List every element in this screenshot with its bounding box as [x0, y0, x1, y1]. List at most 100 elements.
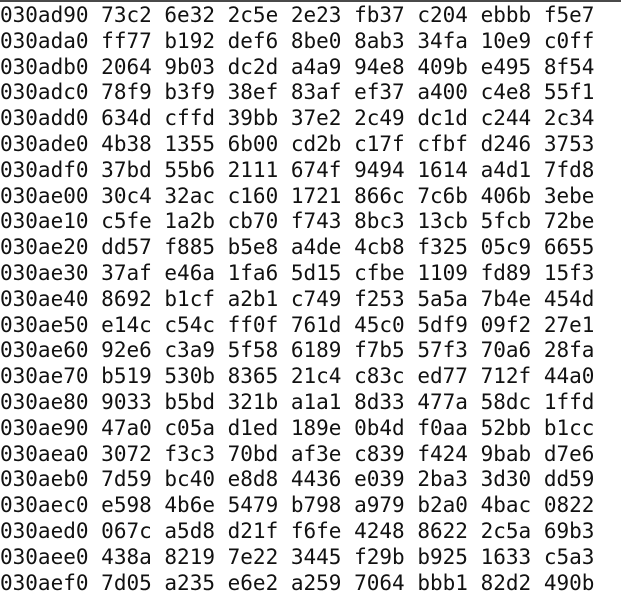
hexdump-word: 55b6: [164, 157, 215, 182]
hexdump-word: bbb1: [417, 570, 468, 595]
hexdump-row: 030aef0 7d05 a235 e6e2 a259 7064 bbb1 82…: [0, 571, 621, 597]
hexdump-word: c83c: [354, 364, 405, 389]
hexdump-row: 030ae30 37af e46a 1fa6 5d15 cfbe 1109 fd…: [0, 261, 621, 287]
hexdump-word: ebbb: [480, 3, 532, 27]
hexdump-word: b1cf: [164, 286, 215, 311]
hexdump-word: c0ff: [543, 28, 595, 53]
hexdump-word: d7e6: [543, 441, 595, 466]
hexdump-word: e6e2: [227, 570, 279, 595]
hexdump-row: 030adb0 2064 9b03 dc2d a4a9 94e8 409b e4…: [0, 55, 621, 81]
hexdump-row: 030ae70 b519 530b 8365 21c4 c83c ed77 71…: [0, 364, 621, 390]
hexdump-word: f253: [354, 286, 405, 311]
hexdump-word: 37bd: [101, 157, 152, 182]
hexdump-offset: 030adc0: [0, 80, 89, 105]
hexdump-offset: 030ae10: [0, 209, 89, 234]
hexdump-word: c749: [290, 286, 342, 311]
hexdump-row: 030aea0 3072 f3c3 70bd af3e c839 f424 9b…: [0, 442, 621, 468]
hexdump-word: 15f3: [543, 260, 595, 285]
hexdump-word: b2a0: [417, 493, 468, 518]
hexdump-word: bc40: [164, 467, 215, 492]
hexdump-word: dd59: [543, 467, 595, 492]
hexdump-word: b798: [290, 493, 342, 518]
hexdump-word: c4e8: [480, 80, 532, 105]
hexdump-word: 7c6b: [417, 183, 468, 208]
hexdump-word: a979: [354, 493, 405, 518]
hexdump-word: 409b: [417, 54, 468, 79]
hexdump-word: 92e6: [101, 338, 152, 363]
hexdump-word: 7fd8: [543, 157, 595, 182]
hexdump-offset: 030aec0: [0, 493, 89, 518]
hexdump-word: 438a: [101, 544, 152, 569]
hexdump-word: 4b38: [101, 131, 152, 156]
hexdump-word: a4de: [290, 235, 342, 260]
hexdump-word: 7b4e: [480, 286, 532, 311]
hexdump-row: 030adf0 37bd 55b6 2111 674f 9494 1614 a4…: [0, 158, 621, 184]
hexdump-word: 72be: [543, 209, 595, 234]
hexdump-word: 4cb8: [354, 235, 405, 260]
hexdump-word: d21f: [227, 518, 279, 543]
hexdump-word: a5d8: [164, 518, 215, 543]
hexdump-word: 1355: [164, 131, 215, 156]
hexdump-word: c17f: [354, 131, 405, 156]
hexdump-word: c204: [417, 3, 468, 27]
hexdump-word: ff77: [101, 28, 152, 53]
hexdump-word: fb37: [354, 3, 405, 27]
hexdump-row: 030ae10 c5fe 1a2b cb70 f743 8bc3 13cb 5f…: [0, 209, 621, 235]
hexdump-word: e14c: [101, 312, 152, 337]
hexdump-word: dc2d: [227, 54, 279, 79]
hexdump-word: 57f3: [417, 338, 468, 363]
hexdump-word: c244: [480, 106, 532, 131]
hexdump-word: 27e1: [543, 312, 595, 337]
hexdump-row: 030ae20 dd57 f885 b5e8 a4de 4cb8 f325 05…: [0, 235, 621, 261]
hexdump-word: 454d: [543, 286, 595, 311]
hexdump-word: c3a9: [164, 338, 215, 363]
hexdump-word: 490b: [543, 570, 595, 595]
hexdump-offset: 030ae70: [0, 364, 89, 389]
hexdump-offset: 030aef0: [0, 570, 89, 595]
hexdump-word: 2111: [227, 157, 279, 182]
hexdump-word: 5df9: [417, 312, 468, 337]
hexdump-offset: 030aed0: [0, 518, 89, 543]
hexdump-word: 406b: [480, 183, 532, 208]
hexdump-word: 6b00: [227, 131, 279, 156]
hexdump-word: 067c: [101, 518, 152, 543]
hexdump-offset: 030ae90: [0, 415, 89, 440]
hexdump-word: b3f9: [164, 80, 215, 105]
hexdump-word: 8219: [164, 544, 215, 569]
hexdump-offset: 030ada0: [0, 28, 89, 53]
hexdump-word: a259: [290, 570, 342, 595]
hexdump-offset: 030ae20: [0, 235, 89, 260]
hexdump-word: 5fcb: [480, 209, 532, 234]
hexdump-word: f3c3: [164, 441, 215, 466]
hexdump-word: 6189: [290, 338, 342, 363]
hexdump-word: c5a3: [543, 544, 595, 569]
hexdump-word: dc1d: [417, 106, 468, 131]
hexdump-word: e039: [354, 467, 405, 492]
hexdump-word: b5bd: [164, 389, 215, 414]
hexdump-word: 83af: [290, 80, 342, 105]
hexdump-word: c160: [227, 183, 279, 208]
hexdump-word: 2c5a: [480, 518, 532, 543]
hexdump-word: 6655: [543, 235, 595, 260]
hexdump-word: 09f2: [480, 312, 532, 337]
hexdump-word: 3d30: [480, 467, 532, 492]
hexdump-word: 3ebe: [543, 183, 595, 208]
hexdump-row: 030ae50 e14c c54c ff0f 761d 45c0 5df9 09…: [0, 313, 621, 339]
hexdump-word: dd57: [101, 235, 152, 260]
hexdump-word: ef37: [354, 80, 405, 105]
hexdump-word: 5f58: [227, 338, 279, 363]
hexdump-word: 44a0: [543, 364, 595, 389]
hexdump-word: a1a1: [290, 389, 342, 414]
hexdump-word: a4d1: [480, 157, 532, 182]
hexdump-word: 8692: [101, 286, 152, 311]
hexdump-word: 634d: [101, 106, 152, 131]
hexdump-word: 70a6: [480, 338, 532, 363]
hexdump-word: 9494: [354, 157, 405, 182]
hexdump-row: 030ae60 92e6 c3a9 5f58 6189 f7b5 57f3 70…: [0, 338, 621, 364]
hexdump-word: f7b5: [354, 338, 405, 363]
hexdump-word: f29b: [354, 544, 405, 569]
hexdump-word: 9bab: [480, 441, 532, 466]
hexdump-word: 761d: [290, 312, 342, 337]
hexdump-word: 28fa: [543, 338, 595, 363]
hexdump-word: 2ba3: [417, 467, 468, 492]
